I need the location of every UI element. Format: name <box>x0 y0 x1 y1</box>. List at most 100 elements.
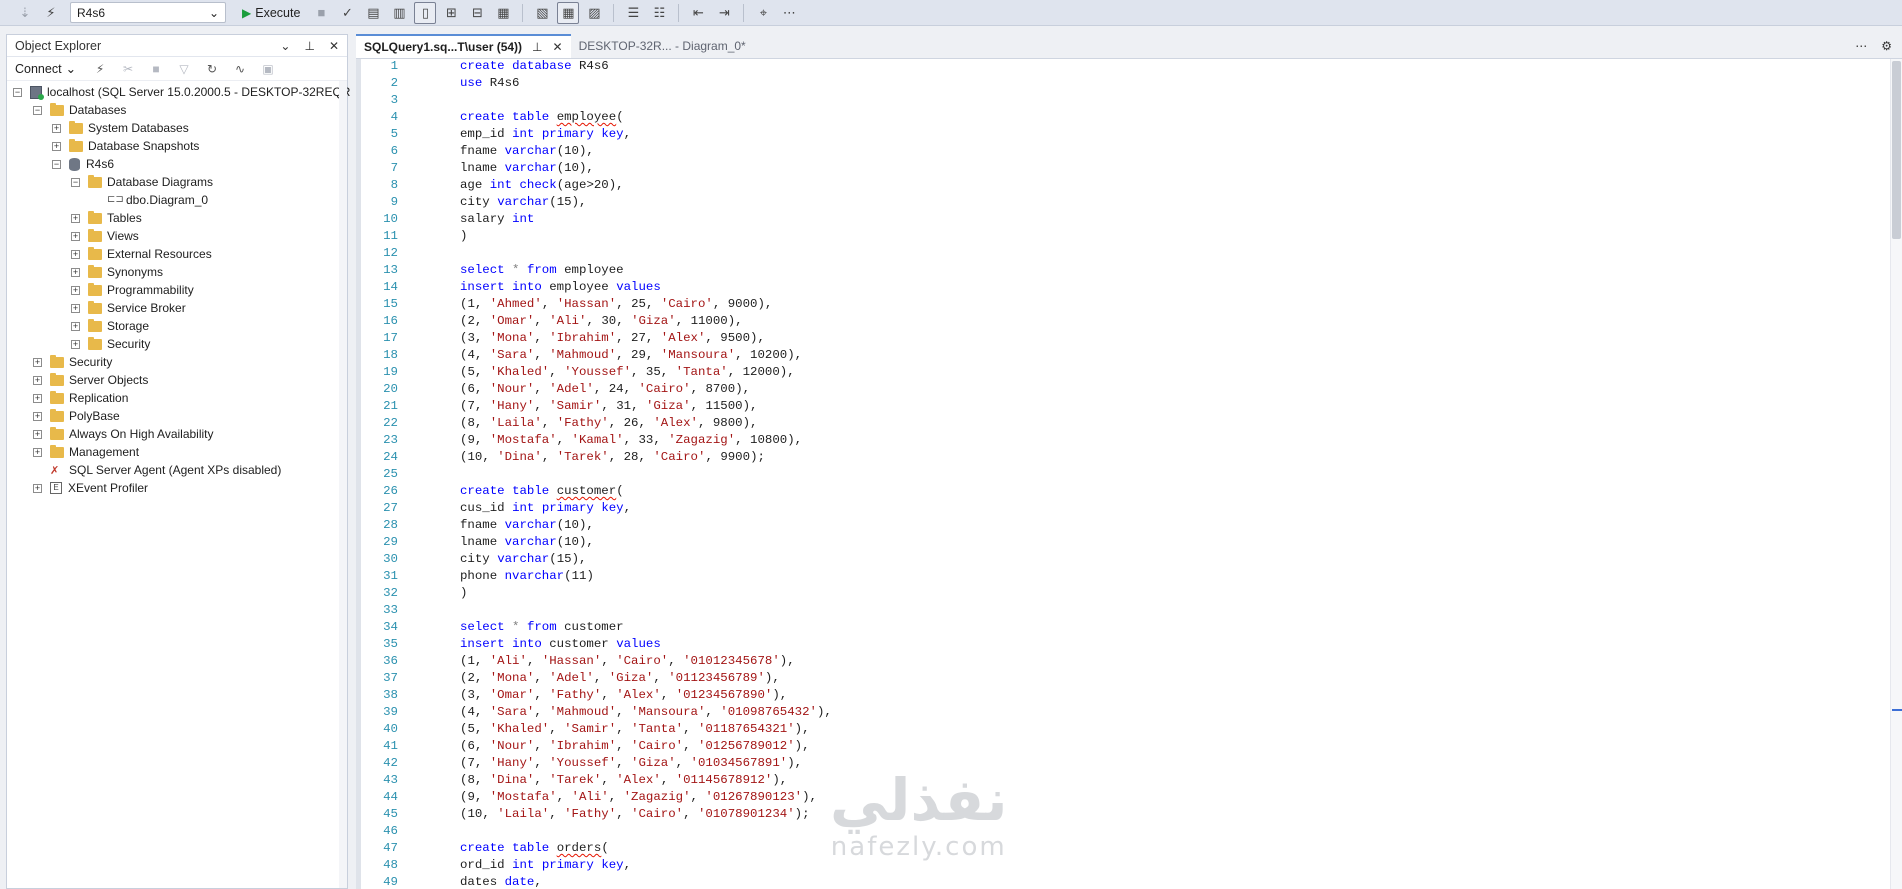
chevron-down-icon[interactable]: ⌄ <box>280 39 290 53</box>
editor-vertical-scrollbar[interactable] <box>1890 59 1902 889</box>
collapse-icon[interactable]: − <box>33 105 42 115</box>
collapse-icon[interactable]: − <box>13 87 22 97</box>
estimated-plan-icon[interactable]: ⊞ <box>440 2 462 24</box>
expand-icon[interactable]: + <box>71 321 80 331</box>
query-editor[interactable]: 1 create database R4s6 2 use R4s6 3 4 create t… <box>356 58 1902 889</box>
expand-icon[interactable]: + <box>71 249 80 259</box>
tree-node-programmability[interactable]: + Programmability <box>7 281 347 299</box>
code-line: 42 (7, 'Hany', 'Youssef', 'Giza', '010345… <box>356 755 1856 772</box>
line-number: 30 <box>383 552 398 566</box>
pin-icon[interactable]: ⊥ <box>304 39 314 53</box>
tree-node-management[interactable]: + Management <box>7 443 347 461</box>
pin-icon[interactable]: ⇣ <box>14 2 36 24</box>
activity-monitor-icon[interactable]: ∿ <box>232 61 248 77</box>
connect-plug-icon[interactable]: ⚡ <box>40 2 62 24</box>
line-number: 36 <box>383 654 398 668</box>
expand-icon[interactable]: + <box>33 447 42 457</box>
line-number: 24 <box>383 450 398 464</box>
filter-icon[interactable]: ▽ <box>176 61 192 77</box>
expand-icon[interactable]: + <box>71 231 80 241</box>
line-number: 16 <box>383 314 398 328</box>
more-options-icon[interactable]: ⋯ <box>1855 39 1867 53</box>
stop-icon[interactable]: ■ <box>310 2 332 24</box>
close-icon[interactable]: ✕ <box>553 40 563 54</box>
connect-plug-icon[interactable]: ⚡ <box>92 61 108 77</box>
comment-icon[interactable]: ☰ <box>622 2 644 24</box>
tree-node-xevent-profiler[interactable]: + E XEvent Profiler <box>7 479 347 497</box>
collapse-icon[interactable]: − <box>71 177 80 187</box>
code-text: city varchar(15), <box>460 195 587 209</box>
tree-node-system-databases[interactable]: + System Databases <box>7 119 347 137</box>
expand-icon[interactable]: + <box>52 141 61 151</box>
gear-icon[interactable]: ⚙ <box>1881 39 1892 53</box>
pin-icon[interactable]: ⊥ <box>532 40 542 54</box>
expand-icon[interactable]: + <box>52 123 61 133</box>
tree-node-service-broker[interactable]: + Service Broker <box>7 299 347 317</box>
tree-node-server[interactable]: − localhost (SQL Server 15.0.2000.5 - DE… <box>7 83 368 101</box>
query-options-icon[interactable]: ▤ <box>362 2 384 24</box>
line-number: 49 <box>383 875 398 889</box>
tab-diagram-0[interactable]: DESKTOP-32R... - Diagram_0* <box>571 34 754 58</box>
increase-indent-icon[interactable]: ⇥ <box>713 2 735 24</box>
refresh-icon[interactable]: ↻ <box>204 61 220 77</box>
tree-node-views[interactable]: + Views <box>7 227 347 245</box>
tree-node-sql-agent[interactable]: ✗ SQL Server Agent (Agent XPs disabled) <box>7 461 347 479</box>
close-icon[interactable]: ✕ <box>329 39 339 53</box>
tree-node-server-objects[interactable]: + Server Objects <box>7 371 347 389</box>
folder-icon <box>50 390 64 404</box>
object-explorer-scrollbar[interactable] <box>339 81 347 888</box>
results-to-icon[interactable]: ▯ <box>414 1 437 24</box>
tab-sqlquery1[interactable]: SQLQuery1.sq...T\user (54)) ⊥ ✕ <box>356 34 571 58</box>
code-line: 18 (4, 'Sara', 'Mahmoud', 29, 'Mansoura',… <box>356 347 1856 364</box>
chevron-down-icon: ⌄ <box>65 62 77 76</box>
tree-node-polybase[interactable]: + PolyBase <box>7 407 347 425</box>
expand-icon[interactable]: + <box>33 393 42 403</box>
tree-node-database-diagrams[interactable]: − Database Diagrams <box>7 173 347 191</box>
connect-button[interactable]: Connect ⌄ <box>15 61 77 77</box>
tree-node-storage[interactable]: + Storage <box>7 317 347 335</box>
results-grid-icon[interactable]: ▦ <box>557 1 580 24</box>
disconnect-icon[interactable]: ✂ <box>120 61 136 77</box>
expand-icon[interactable]: + <box>33 357 42 367</box>
code-text: (6, 'Nour', 'Ibrahim', 'Cairo', '0125678… <box>460 739 810 753</box>
tree-node-diagram-0[interactable]: ⊏⊐ dbo.Diagram_0 <box>7 191 347 209</box>
tree-node-replication[interactable]: + Replication <box>7 389 347 407</box>
expand-icon[interactable]: + <box>33 411 42 421</box>
available-databases-select[interactable]: R4s6 ⌄ <box>70 2 226 23</box>
tree-node-security[interactable]: + Security <box>7 353 347 371</box>
expand-icon[interactable]: + <box>71 267 80 277</box>
line-number: 4 <box>390 110 398 124</box>
tree-node-always-on-high-availability[interactable]: + Always On High Availability <box>7 425 347 443</box>
expand-icon[interactable]: + <box>71 285 80 295</box>
results-file-icon[interactable]: ▨ <box>583 2 605 24</box>
tree-node-databases[interactable]: − Databases <box>7 101 347 119</box>
expand-icon[interactable]: + <box>33 429 42 439</box>
decrease-indent-icon[interactable]: ⇤ <box>687 2 709 24</box>
uncomment-icon[interactable]: ☷ <box>648 2 670 24</box>
live-stats-icon[interactable]: ▦ <box>492 2 514 24</box>
collapse-icon[interactable]: − <box>52 159 61 169</box>
tree-node-synonyms[interactable]: + Synonyms <box>7 263 347 281</box>
stop-icon[interactable]: ■ <box>148 61 164 77</box>
tree-node-security[interactable]: + Security <box>7 335 347 353</box>
expand-icon[interactable]: + <box>33 483 42 493</box>
actual-plan-icon[interactable]: ⊟ <box>466 2 488 24</box>
expand-icon[interactable]: + <box>71 339 80 349</box>
connect-label: Connect <box>15 61 62 76</box>
expand-icon[interactable]: + <box>71 213 80 223</box>
tree-node-database-snapshots[interactable]: + Database Snapshots <box>7 137 347 155</box>
results-text-icon[interactable]: ▧ <box>531 2 553 24</box>
more-options-icon[interactable]: ⋯ <box>778 2 800 24</box>
tree-node-tables[interactable]: + Tables <box>7 209 347 227</box>
expand-icon[interactable]: + <box>71 303 80 313</box>
tree-node-r4s6[interactable]: − R4s6 <box>7 155 347 173</box>
display-plan-icon[interactable]: ▥ <box>388 2 410 24</box>
scrollbar-thumb[interactable] <box>1892 61 1901 239</box>
parse-check-icon[interactable]: ✓ <box>336 2 358 24</box>
tree-node-external-resources[interactable]: + External Resources <box>7 245 347 263</box>
execute-button[interactable]: ▶ Execute <box>236 2 306 24</box>
line-number: 39 <box>383 705 398 719</box>
specify-values-icon[interactable]: ⌖ <box>752 2 774 24</box>
summary-icon[interactable]: ▣ <box>260 61 276 77</box>
expand-icon[interactable]: + <box>33 375 42 385</box>
